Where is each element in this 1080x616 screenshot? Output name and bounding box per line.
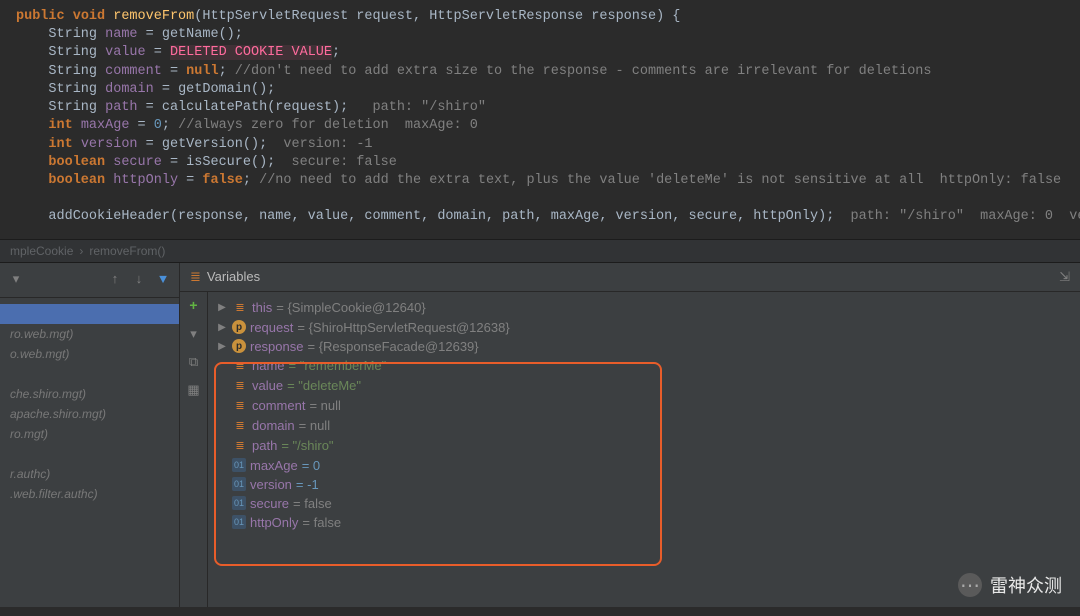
frame-item[interactable]: che.shiro.mgt) [0,384,179,404]
code-editor[interactable]: public void removeFrom(HttpServletReques… [0,0,1080,239]
breadcrumb-class[interactable]: mpleCookie [10,244,73,258]
kw-public: public [16,9,65,24]
variable-row[interactable]: ≣ path = "/shiro" [212,436,1076,456]
tree-arrow-icon[interactable]: ▶ [216,302,228,313]
variable-name: path [252,438,277,453]
frames-panel: ▾ ↑ ↓ ▼ ro.web.mgt)o.web.mgt) che.shiro.… [0,263,180,607]
breadcrumb-method[interactable]: removeFrom() [89,244,165,258]
variable-row[interactable]: ▶ ≣ this = {SimpleCookie@12640} [212,298,1076,318]
variable-value: = null [309,398,340,413]
object-icon: ≣ [232,438,248,454]
variable-row[interactable]: 01 version = -1 [212,475,1076,494]
primitive-icon: 01 [232,458,246,472]
frame-item[interactable]: r.authc) [0,464,179,484]
object-icon: ≣ [232,358,248,374]
arrow-up-icon[interactable]: ↑ [107,272,123,288]
frame-item[interactable] [0,304,179,324]
variable-name: name [252,358,285,373]
primitive-icon: 01 [232,515,246,529]
arrow-down-icon[interactable]: ↓ [131,272,147,288]
frame-item[interactable]: ro.mgt) [0,424,179,444]
breadcrumb[interactable]: mpleCookie › removeFrom() [0,239,1080,263]
variable-name: maxAge [250,458,298,473]
variable-name: comment [252,398,305,413]
variable-row[interactable]: ≣ comment = null [212,396,1076,416]
object-icon: ≣ [232,300,248,316]
primitive-icon: 01 [232,496,246,510]
variables-title: Variables [207,269,260,284]
variable-value: = 0 [302,458,320,473]
evaluate-icon[interactable]: ▦ [185,382,203,400]
variable-value: = "deleteMe" [287,378,361,393]
frame-item[interactable]: ro.web.mgt) [0,324,179,344]
filter-icon[interactable]: ▼ [155,272,171,288]
frames-toolbar: ▾ ↑ ↓ ▼ [0,263,179,298]
frame-item[interactable]: o.web.mgt) [0,344,179,364]
variable-row[interactable]: 01 maxAge = 0 [212,456,1076,475]
variables-icon: ≣ [190,269,201,285]
object-icon: ≣ [232,418,248,434]
variables-tree[interactable]: ▶ ≣ this = {SimpleCookie@12640} ▶ p request =… [208,292,1080,607]
debug-panel: ▾ ↑ ↓ ▼ ro.web.mgt)o.web.mgt) che.shiro.… [0,263,1080,607]
variable-name: response [250,339,303,354]
variable-row[interactable]: ≣ domain = null [212,416,1076,436]
frame-item[interactable] [0,444,179,464]
frame-item[interactable]: apache.shiro.mgt) [0,404,179,424]
variable-name: domain [252,418,295,433]
variable-name: httpOnly [250,515,298,530]
parameter-icon: p [232,339,246,353]
chevron-right-icon: › [79,244,83,258]
variable-name: version [250,477,292,492]
variable-row[interactable]: ≣ value = "deleteMe" [212,376,1076,396]
variable-name: value [252,378,283,393]
variable-name: request [250,320,293,335]
variable-value: = false [293,496,332,511]
variables-panel: ≣ Variables ⇲ + ▾ ⧉ ▦ ▶ ≣ this = {SimpleCo… [180,263,1080,607]
variable-row[interactable]: ▶ p request = {ShiroHttpServletRequest@126… [212,318,1076,337]
highlighted-const: DELETED COOKIE VALUE [170,45,332,60]
kw-void: void [73,9,105,24]
variable-row[interactable]: ▶ p response = {ResponseFacade@12639} [212,337,1076,356]
variable-value: = false [302,515,341,530]
frame-item[interactable] [0,364,179,384]
variable-row[interactable]: ≣ name = "rememberMe" [212,356,1076,376]
parameter-icon: p [232,320,246,334]
variable-value: = {ResponseFacade@12639} [307,339,478,354]
copy-icon[interactable]: ⧉ [185,354,203,372]
pin-icon[interactable]: ⇲ [1059,269,1070,285]
variable-row[interactable]: 01 httpOnly = false [212,513,1076,532]
variable-value: = "rememberMe" [289,358,387,373]
variables-sidebar: + ▾ ⧉ ▦ [180,292,208,607]
add-watch-icon[interactable]: + [185,298,203,316]
variable-value: = null [299,418,330,433]
variable-value: = {SimpleCookie@12640} [276,300,425,315]
variables-header: ≣ Variables ⇲ [180,263,1080,292]
wechat-icon [960,573,980,598]
variable-value: = -1 [296,477,319,492]
expand-icon[interactable]: ▾ [185,326,203,344]
variable-value: = "/shiro" [281,438,333,453]
variable-name: secure [250,496,289,511]
primitive-icon: 01 [232,477,246,491]
tree-arrow-icon[interactable]: ▶ [216,341,228,352]
frame-item[interactable]: .web.filter.authc) [0,484,179,504]
tree-arrow-icon[interactable]: ▶ [216,322,228,333]
object-icon: ≣ [232,398,248,414]
frames-list[interactable]: ro.web.mgt)o.web.mgt) che.shiro.mgt)apac… [0,298,179,607]
variable-row[interactable]: 01 secure = false [212,494,1076,513]
dropdown-icon[interactable]: ▾ [8,272,24,288]
watermark: 雷神众测 [958,572,1062,598]
watermark-text: 雷神众测 [990,572,1062,598]
variable-name: this [252,300,272,315]
object-icon: ≣ [232,378,248,394]
method-name: removeFrom [113,9,194,24]
variable-value: = {ShiroHttpServletRequest@12638} [297,320,509,335]
